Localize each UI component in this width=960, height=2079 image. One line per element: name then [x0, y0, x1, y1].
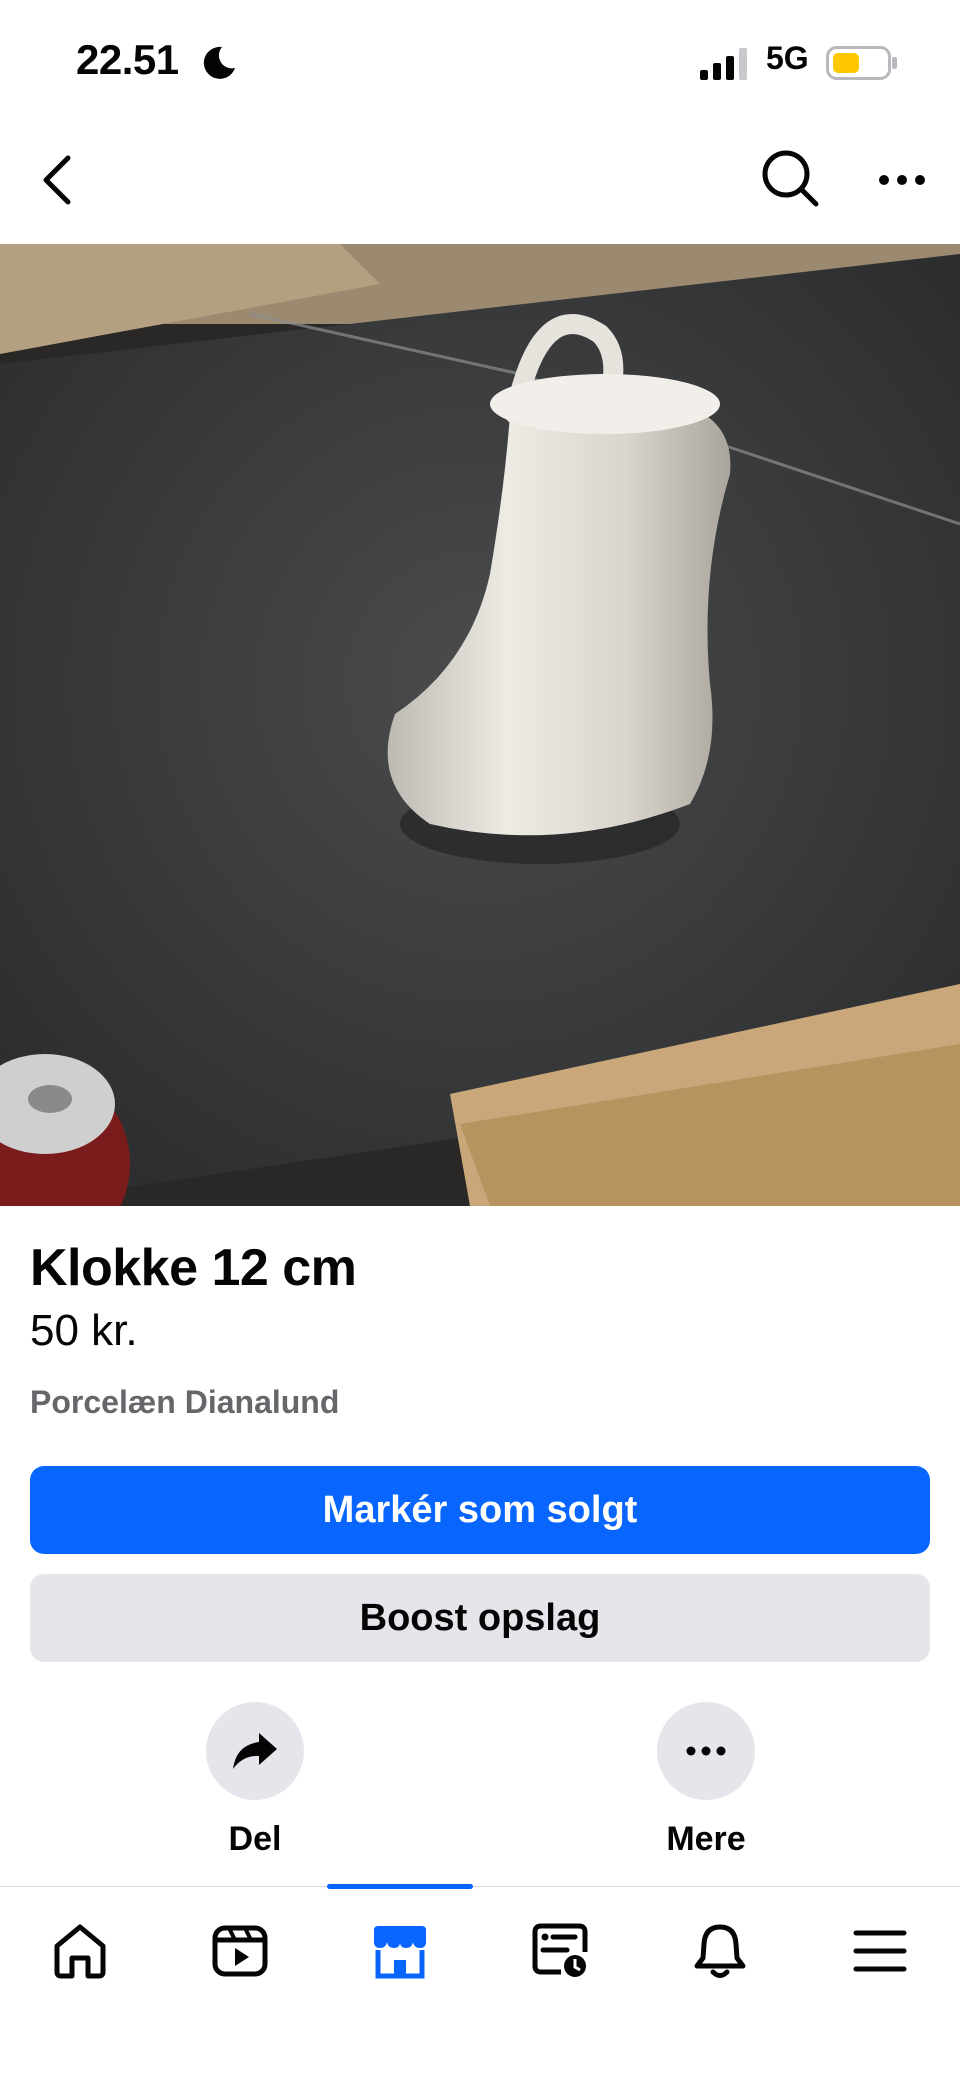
tab-video[interactable]	[200, 1916, 280, 1986]
video-icon	[212, 1925, 268, 1977]
status-time: 22.51	[76, 36, 179, 83]
network-label: 5G	[766, 40, 809, 76]
tab-home[interactable]	[40, 1916, 120, 1986]
moon-icon	[203, 46, 235, 79]
back-button[interactable]	[26, 148, 90, 212]
marketplace-icon	[374, 1926, 426, 1979]
listing-photo[interactable]	[0, 244, 960, 1206]
home-icon	[54, 1924, 106, 1979]
search-icon	[762, 150, 819, 207]
bell-icon	[694, 1924, 746, 1978]
more-options-button[interactable]	[870, 148, 934, 212]
active-tab-indicator	[327, 1884, 473, 1889]
share-arrow-icon	[233, 1733, 277, 1769]
feeds-icon	[532, 1923, 588, 1977]
chevron-left-icon	[43, 155, 71, 205]
tab-feeds[interactable]	[520, 1916, 600, 1986]
tab-marketplace[interactable]	[360, 1916, 440, 1986]
bottom-tab-bar	[0, 1886, 960, 2079]
tab-notifications[interactable]	[680, 1916, 760, 1986]
search-button[interactable]	[758, 146, 822, 210]
listing-price: 50 kr.	[30, 1306, 138, 1355]
boost-listing-button[interactable]: Boost opslag	[30, 1574, 930, 1662]
share-button[interactable]	[206, 1702, 304, 1800]
listing-title: Klokke 12 cm	[30, 1239, 357, 1297]
more-horizontal-icon	[686, 1746, 726, 1756]
signal-icon	[700, 48, 747, 80]
share-label: Del	[228, 1820, 282, 1858]
tab-menu[interactable]	[840, 1916, 920, 1986]
battery-icon	[826, 46, 897, 80]
bell-photo-image	[0, 244, 960, 1206]
more-horizontal-icon	[879, 175, 925, 185]
menu-icon	[853, 1930, 907, 1972]
listing-location[interactable]: Porcelæn Dianalund	[30, 1384, 339, 1421]
more-button[interactable]	[657, 1702, 755, 1800]
mark-as-sold-button[interactable]: Markér som solgt	[30, 1466, 930, 1554]
more-label: Mere	[666, 1820, 746, 1858]
